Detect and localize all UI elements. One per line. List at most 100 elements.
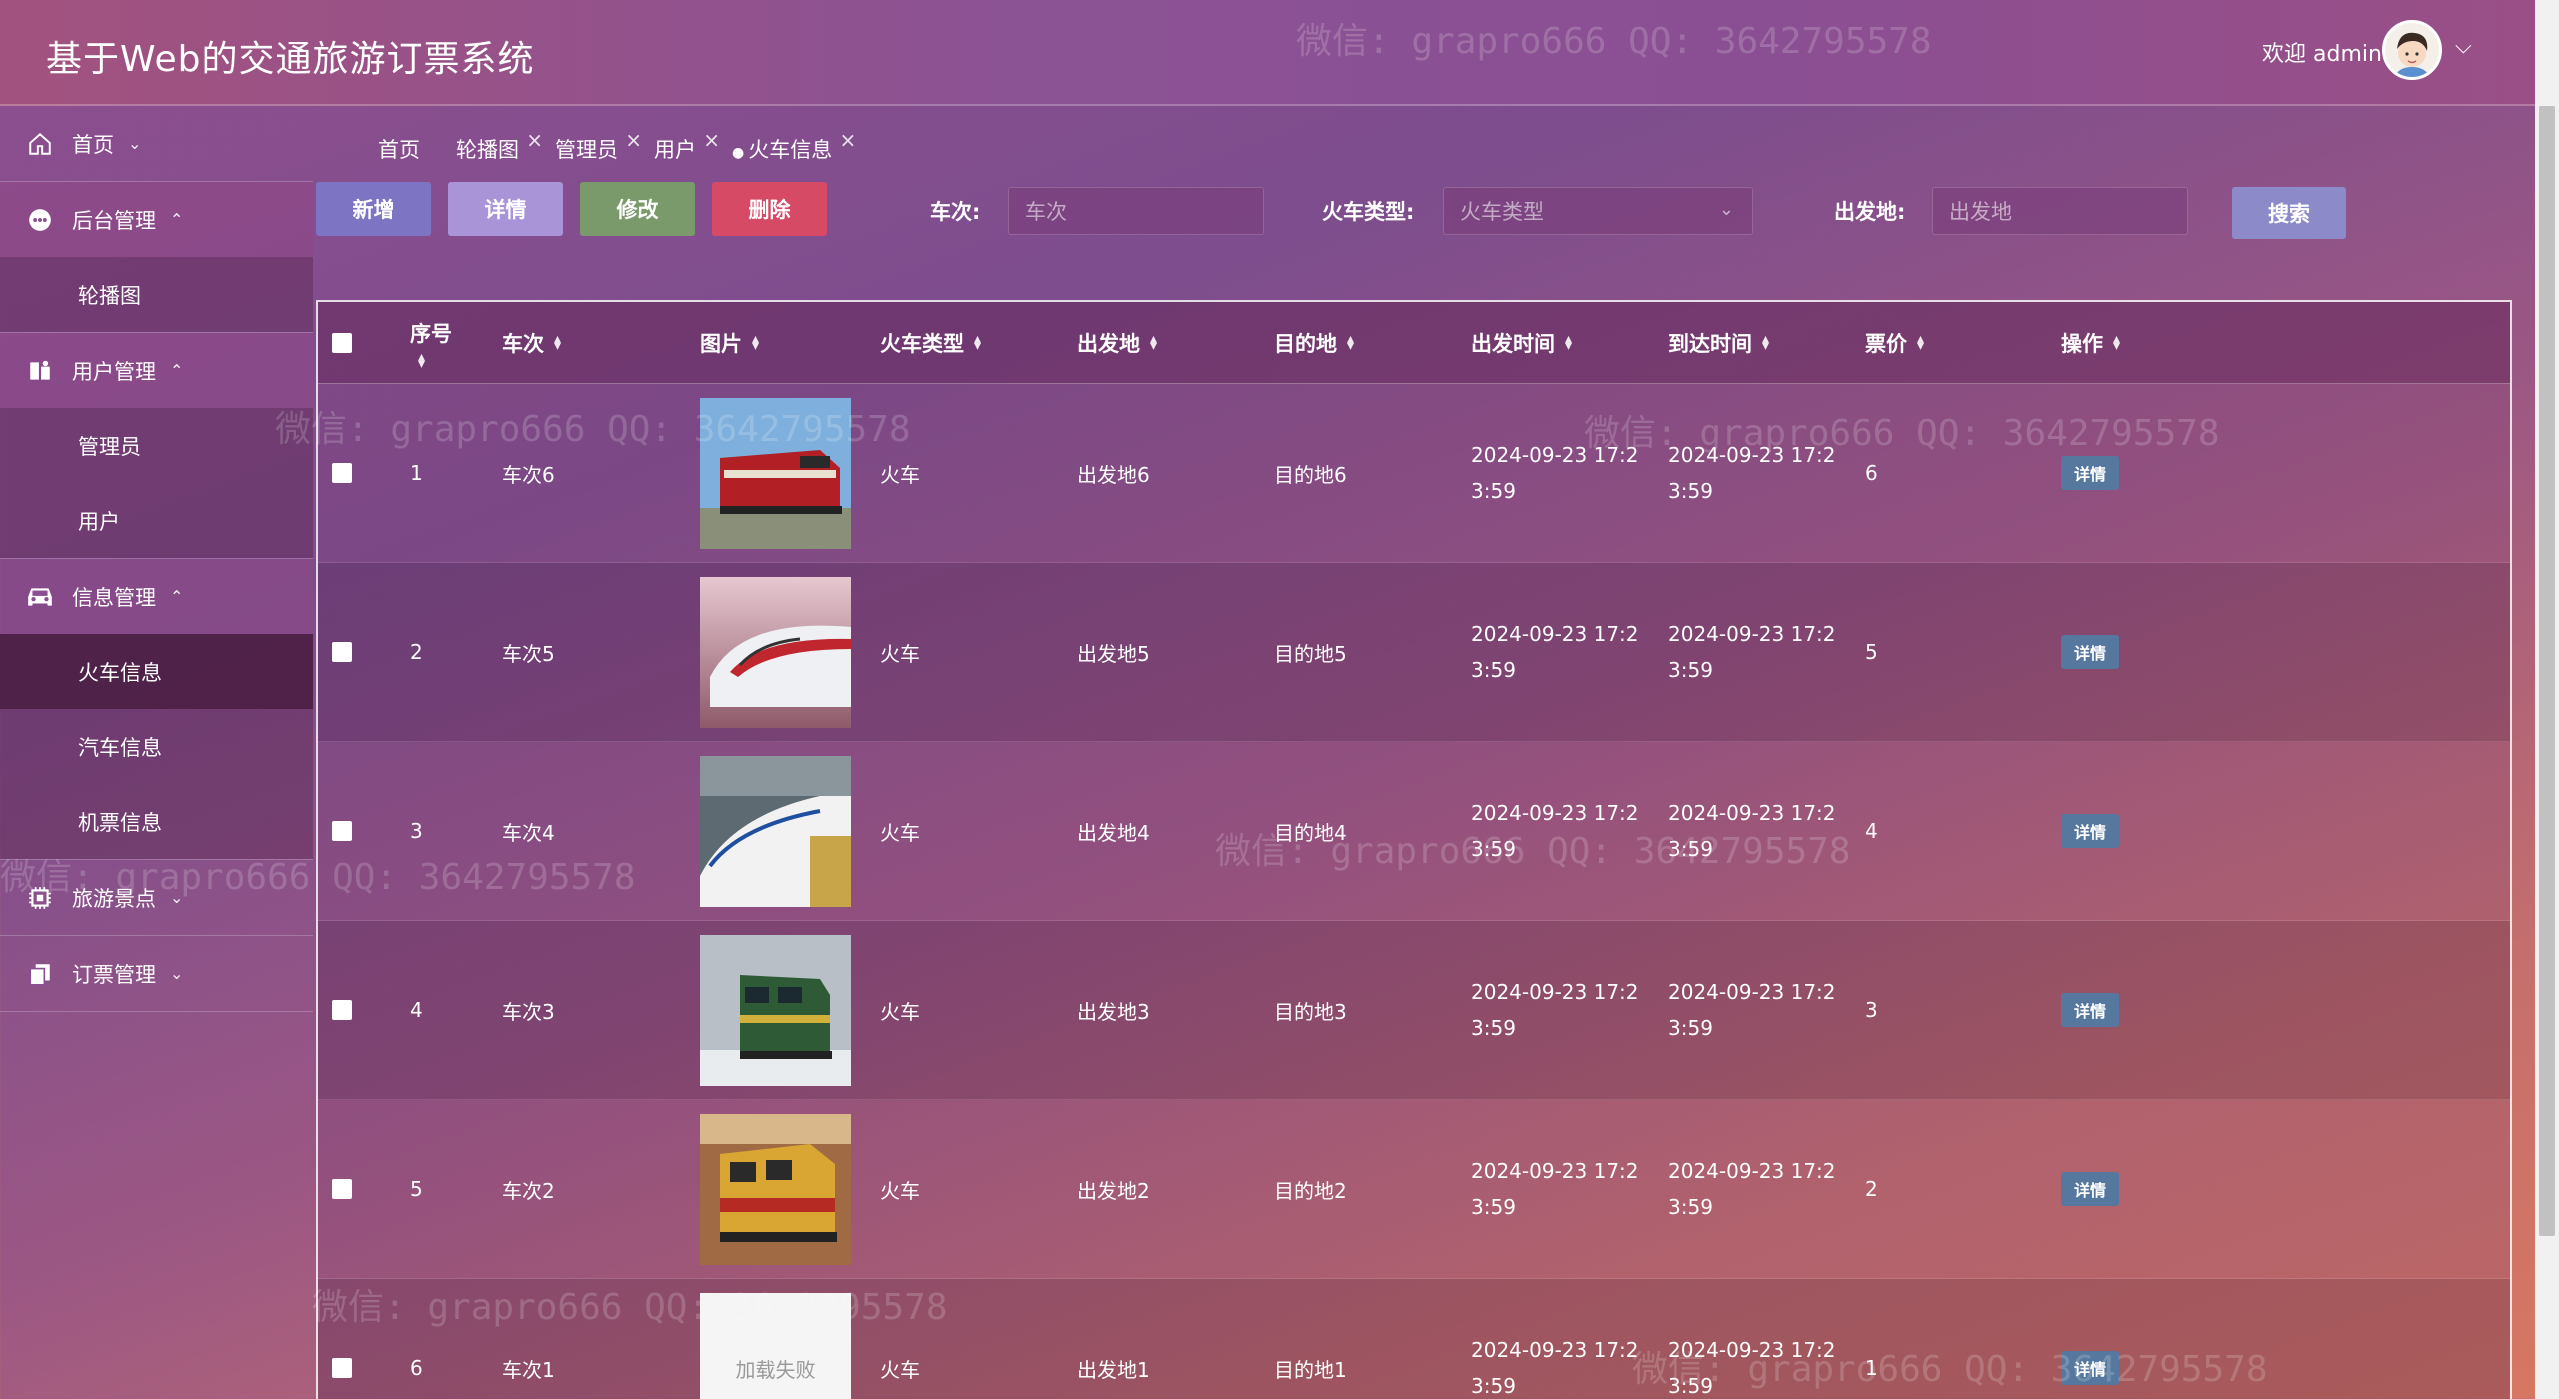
cell-to: 目的地3	[1274, 999, 1347, 1024]
table-row[interactable]: 2 车次5 火车 出发地5 目的地5 2024-09-23 17:2 3:59 2…	[318, 563, 2510, 742]
train-image[interactable]	[700, 934, 851, 1086]
cell-to: 目的地4	[1274, 820, 1347, 845]
train-image[interactable]	[700, 397, 851, 549]
menu-home[interactable]: 首页 ⌄	[0, 106, 313, 181]
cell-arrival: 2024-09-23 17:2 3:59	[1668, 801, 1836, 861]
cell-price: 6	[1865, 461, 1878, 485]
home-icon	[26, 130, 54, 158]
search-button[interactable]: 搜索	[2232, 187, 2346, 239]
row-checkbox[interactable]	[332, 642, 352, 662]
col-header[interactable]: 目的地 ▴ ▾	[1274, 328, 1471, 358]
close-icon[interactable]: ×	[703, 128, 720, 152]
close-icon[interactable]: ×	[839, 128, 856, 152]
add-button[interactable]: 新增	[316, 182, 431, 236]
col-header[interactable]: 出发时间 ▴ ▾	[1471, 328, 1668, 358]
cell-price: 1	[1865, 1356, 1878, 1380]
menu-user-management[interactable]: 用户管理 ⌃	[0, 333, 313, 408]
sidebar-item-train-info[interactable]: 火车信息	[0, 634, 313, 709]
sidebar-item-flight-info[interactable]: 机票信息	[0, 784, 313, 859]
row-checkbox[interactable]	[332, 1179, 352, 1199]
cell-from: 出发地4	[1077, 820, 1150, 845]
sort-icon: ▴ ▾	[2113, 330, 2121, 354]
row-detail-button[interactable]: 详情	[2061, 1351, 2120, 1385]
delete-button[interactable]: 删除	[712, 182, 827, 236]
tab-home[interactable]: 首页	[378, 134, 426, 164]
col-header[interactable]: 出发地 ▴ ▾	[1077, 328, 1274, 358]
sidebar-item-admins[interactable]: 管理员	[0, 408, 313, 483]
close-icon[interactable]: ×	[526, 128, 543, 152]
col-header[interactable]: 票价 ▴ ▾	[1865, 328, 2061, 358]
scrollbar-thumb[interactable]	[2539, 106, 2555, 1236]
avatar[interactable]	[2382, 20, 2442, 80]
top-header: 基于Web的交通旅游订票系统 欢迎 admin ⌵	[0, 0, 2535, 106]
close-icon[interactable]: ×	[625, 128, 642, 152]
row-checkbox[interactable]	[332, 1000, 352, 1020]
origin-input[interactable]: 出发地	[1932, 187, 2188, 235]
table-row[interactable]: 4 车次3 火车 出发地3 目的地3 2024-09-23 17:2 3:59 2…	[318, 921, 2510, 1100]
col-header[interactable]: 图片 ▴ ▾	[700, 328, 880, 358]
cell-arrival: 2024-09-23 17:2 3:59	[1668, 622, 1836, 682]
train-image[interactable]	[700, 755, 851, 907]
row-detail-button[interactable]: 详情	[2061, 635, 2120, 669]
sidebar-item-users[interactable]: 用户	[0, 483, 313, 558]
chevron-down-icon: ⌄	[1718, 199, 1734, 220]
cell-to: 目的地2	[1274, 1178, 1347, 1203]
menu-attractions[interactable]: 旅游景点 ⌄	[0, 860, 313, 935]
image-load-failed: 加载失败	[700, 1292, 851, 1399]
cell-price: 2	[1865, 1177, 1878, 1201]
cell-departure: 2024-09-23 17:2 3:59	[1471, 980, 1639, 1040]
sort-icon: ▴ ▾	[974, 330, 982, 354]
welcome-text: 欢迎 admin	[2262, 42, 2382, 67]
cell-departure: 2024-09-23 17:2 3:59	[1471, 1159, 1639, 1219]
sort-icon: ▴ ▾	[1917, 330, 1925, 354]
col-header[interactable]: 操作 ▴ ▾	[2061, 328, 2261, 358]
detail-button[interactable]: 详情	[448, 182, 563, 236]
col-header[interactable]: 车次 ▴ ▾	[502, 328, 700, 358]
tab-train-info[interactable]: 火车信息×	[732, 128, 856, 164]
cell-departure: 2024-09-23 17:2 3:59	[1471, 1338, 1639, 1398]
submenu: 轮播图	[0, 257, 313, 332]
menu-backend[interactable]: 后台管理 ⌃	[0, 182, 313, 257]
train-no-input[interactable]: 车次	[1008, 187, 1264, 235]
menu-group-home: 首页 ⌄	[0, 106, 313, 182]
tab-admins[interactable]: 管理员 ×	[555, 128, 642, 164]
train-type-select[interactable]: 火车类型 ⌄	[1443, 187, 1753, 235]
train-image[interactable]	[700, 1113, 851, 1265]
cell-train: 车次3	[502, 999, 555, 1024]
table-row[interactable]: 3 车次4 火车 出发地4 目的地4 2024-09-23 17:2 3:59 2…	[318, 742, 2510, 921]
placeholder: 车次	[1025, 200, 1067, 224]
cell-type: 火车	[880, 1178, 920, 1203]
select-all-checkbox[interactable]	[332, 332, 352, 353]
chevron-down-icon[interactable]: ⌵	[2455, 34, 2472, 59]
col-header[interactable]: 火车类型 ▴ ▾	[880, 328, 1077, 358]
copy-icon	[26, 960, 54, 988]
row-checkbox[interactable]	[332, 821, 352, 841]
origin-label: 出发地:	[1834, 200, 1906, 224]
chevron-up-icon: ⌃	[170, 587, 184, 606]
sidebar-item-carousel[interactable]: 轮播图	[0, 257, 313, 332]
row-checkbox[interactable]	[332, 1358, 352, 1378]
menu-orders[interactable]: 订票管理 ⌄	[0, 936, 313, 1011]
row-detail-button[interactable]: 详情	[2061, 1172, 2120, 1206]
col-header[interactable]: 到达时间 ▴ ▾	[1668, 328, 1865, 358]
edit-button[interactable]: 修改	[580, 182, 695, 236]
table-row[interactable]: 6 车次1 加载失败 火车 出发地1 目的地1 2024-09-23 17:2 3…	[318, 1279, 2510, 1399]
table-row[interactable]: 1 车次6 火车 出发地6 目的地6 2024-09-23 17:2 3:59 2…	[318, 384, 2510, 563]
train-image[interactable]	[700, 576, 851, 728]
row-detail-button[interactable]: 详情	[2061, 456, 2120, 490]
menu-info-management[interactable]: 信息管理 ⌃	[0, 559, 313, 634]
menu-group-orders: 订票管理 ⌄	[0, 936, 313, 1012]
cell-train: 车次2	[502, 1178, 555, 1203]
train-no-label: 车次:	[930, 200, 981, 224]
user-folder-icon	[26, 357, 54, 385]
col-header[interactable]: 序号 ▴ ▾	[402, 318, 502, 371]
sidebar-item-bus-info[interactable]: 汽车信息	[0, 709, 313, 784]
row-checkbox[interactable]	[332, 463, 352, 483]
tab-users[interactable]: 用户 ×	[654, 128, 720, 164]
cell-to: 目的地6	[1274, 462, 1347, 487]
page-scrollbar[interactable]	[2535, 0, 2559, 1399]
row-detail-button[interactable]: 详情	[2061, 993, 2120, 1027]
row-detail-button[interactable]: 详情	[2061, 814, 2120, 848]
tab-carousel[interactable]: 轮播图 ×	[456, 128, 543, 164]
table-row[interactable]: 5 车次2 火车 出发地2 目的地2 2024-09-23 17:2 3:59 2…	[318, 1100, 2510, 1279]
